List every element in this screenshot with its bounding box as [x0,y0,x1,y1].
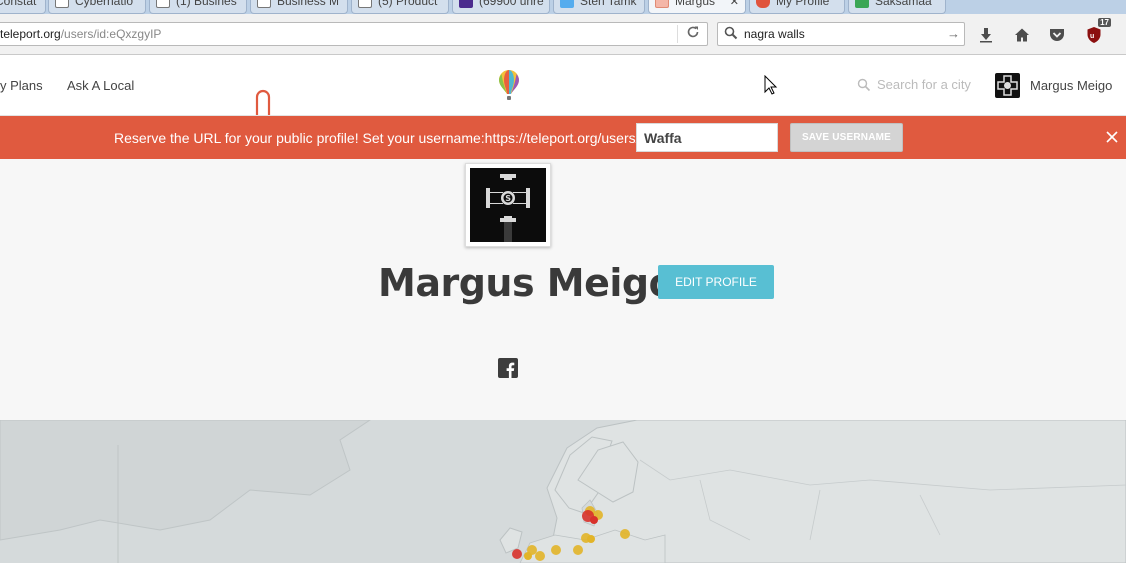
travel-map[interactable] [0,420,1126,563]
tab-label: Margus [675,0,716,8]
tab-favicon-icon [156,0,170,8]
teleport-balloon-logo-icon[interactable] [498,69,520,101]
nav-link-my-plans[interactable]: y Plans [0,78,43,93]
header-avatar[interactable] [995,73,1020,98]
profile-avatar[interactable]: S [465,163,551,247]
browser-search-input[interactable] [744,27,944,41]
world-map-graphic [0,420,1126,563]
browser-tab[interactable]: Constat [0,0,46,14]
yahoo-mail-favicon-icon [459,0,473,8]
browser-tab-strip: Constat Cybernatio (1) Busines Business … [0,0,1126,14]
svg-text:S: S [505,194,511,203]
tab-close-icon[interactable]: ✕ [730,0,739,8]
maps-favicon-icon [855,0,869,8]
browser-tab[interactable]: Saksamaa [848,0,946,14]
browser-tab[interactable]: Sten Tamk [553,0,645,14]
tab-label: (1) Busines [176,0,237,8]
browser-tab[interactable]: (5) Product [351,0,449,14]
address-bar[interactable]: teleport.org/users/id:eQxzgyIP [0,22,708,46]
download-icon[interactable] [975,24,997,46]
mouse-cursor-icon [764,75,778,95]
site-header: y Plans Ask A Local Margus Meigo [0,55,1126,116]
address-bar-url[interactable]: teleport.org/users/id:eQxzgyIP [0,27,161,41]
twitter-favicon-icon [560,0,574,8]
profile-avatar-image: S [470,168,546,242]
profile-section: S Margus Meigo EDIT PROFILE [0,159,1126,420]
address-bar-divider [677,25,678,43]
reload-icon[interactable] [684,25,702,43]
ublock-shield-icon[interactable]: u 17 [1083,18,1111,46]
username-input[interactable] [636,123,778,152]
search-icon [857,78,871,92]
tab-favicon-icon [655,0,669,8]
city-search-input[interactable] [877,77,987,92]
tab-label: Constat [0,0,37,8]
search-icon [724,26,738,40]
browser-tab[interactable]: Business M [250,0,348,14]
tab-label: My Profile [776,0,830,8]
tab-favicon-icon [257,0,271,8]
tab-label: (5) Product [378,0,438,8]
ublock-count-badge: 17 [1098,18,1111,27]
tab-favicon-icon [358,0,372,8]
reserve-username-banner: Reserve the URL for your public profile!… [0,116,1126,159]
tab-label: Saksamaa [875,0,932,8]
browser-tab[interactable]: (69900 unre [452,0,550,14]
browser-tab[interactable]: My Profile [749,0,845,14]
banner-message: Reserve the URL for your public profile!… [114,130,640,146]
tab-label: Sten Tamk [580,0,637,8]
svg-text:u: u [1090,33,1094,40]
tab-favicon-icon [55,0,69,8]
url-path: /users/id:eQxzgyIP [60,27,162,41]
browser-search-bar[interactable]: → [717,22,965,46]
browser-tab[interactable]: (1) Busines [149,0,247,14]
browser-tab-active[interactable]: Margus ✕ [648,0,746,14]
header-username[interactable]: Margus Meigo [1030,78,1112,93]
pocket-icon[interactable] [1046,24,1068,46]
browser-tab[interactable]: Cybernatio [48,0,146,14]
paperclip-icon [255,89,271,115]
search-go-arrow-icon[interactable]: → [947,25,960,43]
tab-label: (69900 unre [479,0,544,8]
edit-profile-button[interactable]: EDIT PROFILE [658,265,774,299]
tab-favicon-icon [756,0,770,8]
browser-nav-bar: teleport.org/users/id:eQxzgyIP → u 17 [0,14,1126,55]
url-host: teleport.org [0,27,61,41]
close-icon[interactable] [1104,129,1120,145]
tab-label: Cybernatio [75,0,134,8]
nav-link-ask-a-local[interactable]: Ask A Local [67,78,134,93]
profile-name: Margus Meigo [378,261,675,305]
facebook-icon[interactable] [498,358,518,378]
save-username-button[interactable]: SAVE USERNAME [790,123,903,152]
tab-label: Business M [277,0,340,8]
home-icon[interactable] [1011,24,1033,46]
